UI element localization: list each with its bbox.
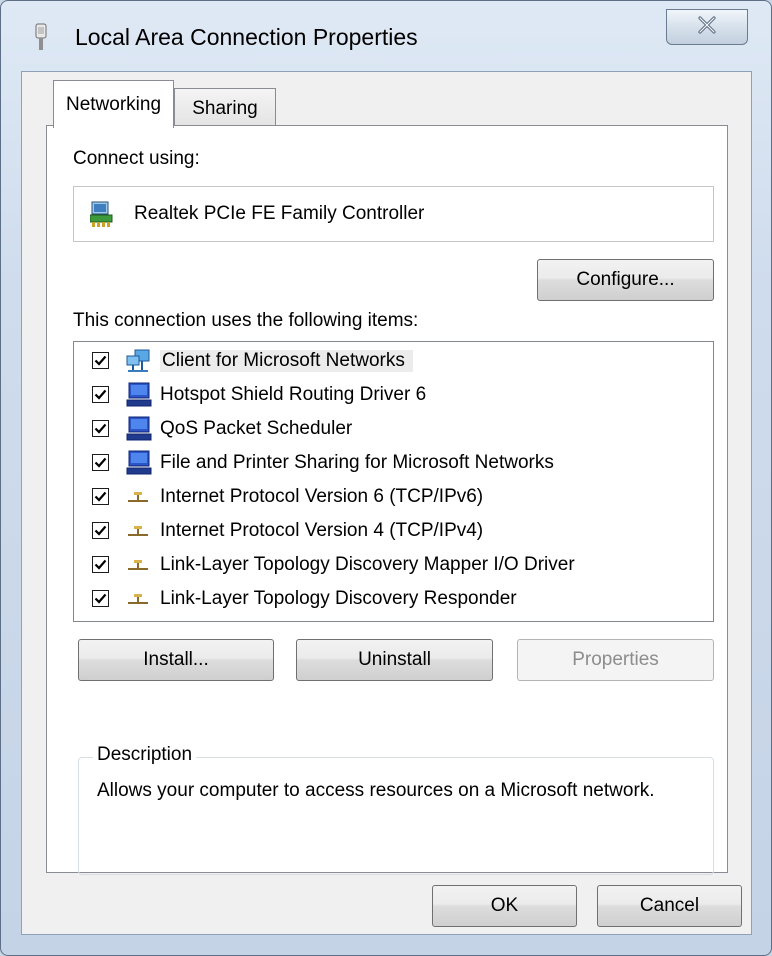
network-connection-icon xyxy=(31,23,51,51)
adapter-name: Realtek PCIe FE Family Controller xyxy=(134,203,425,224)
ok-button[interactable]: OK xyxy=(432,885,577,927)
networking-tab-panel: Connect using: Realtek PCIe FE Family Co… xyxy=(46,125,728,875)
item-label: QoS Packet Scheduler xyxy=(160,418,353,439)
connect-using-label: Connect using: xyxy=(73,148,200,169)
protocol-icon xyxy=(126,552,152,578)
close-button[interactable] xyxy=(666,9,748,45)
item-checkbox[interactable] xyxy=(92,420,109,437)
item-label: Hotspot Shield Routing Driver 6 xyxy=(160,384,427,405)
list-item[interactable]: File and Printer Sharing for Microsoft N… xyxy=(74,446,713,480)
protocol-icon xyxy=(126,586,152,612)
item-label: Internet Protocol Version 6 (TCP/IPv6) xyxy=(160,486,484,507)
item-checkbox[interactable] xyxy=(92,590,109,607)
item-checkbox[interactable] xyxy=(92,488,109,505)
list-item[interactable]: Internet Protocol Version 6 (TCP/IPv6) xyxy=(74,480,713,514)
description-legend: Description xyxy=(93,744,197,766)
item-checkbox[interactable] xyxy=(92,454,109,471)
uninstall-button[interactable]: Uninstall xyxy=(296,639,493,681)
list-item[interactable]: QoS Packet Scheduler xyxy=(74,412,713,446)
items-list[interactable]: Client for Microsoft Networks Hotspot Sh… xyxy=(73,341,714,622)
properties-button[interactable]: Properties xyxy=(517,639,714,681)
cancel-button[interactable]: Cancel xyxy=(597,885,742,927)
description-group: Description Allows your computer to acce… xyxy=(78,744,714,875)
close-icon xyxy=(696,15,718,39)
item-checkbox[interactable] xyxy=(92,556,109,573)
adapter-field: Realtek PCIe FE Family Controller xyxy=(73,186,714,242)
properties-dialog: Local Area Connection Properties Sharing… xyxy=(0,0,772,956)
network-client-icon xyxy=(126,348,152,374)
tab-networking[interactable]: Networking xyxy=(53,80,174,128)
protocol-icon xyxy=(126,518,152,544)
window-title: Local Area Connection Properties xyxy=(75,24,418,50)
protocol-icon xyxy=(126,484,152,510)
configure-button[interactable]: Configure... xyxy=(537,259,714,301)
list-item[interactable]: Client for Microsoft Networks xyxy=(74,344,713,378)
description-text: Allows your computer to access resources… xyxy=(97,780,655,801)
dialog-body: Sharing Networking Connect using: Realte… xyxy=(21,71,752,935)
item-checkbox[interactable] xyxy=(92,522,109,539)
item-label: Link-Layer Topology Discovery Mapper I/O… xyxy=(160,554,575,575)
item-label: File and Printer Sharing for Microsoft N… xyxy=(160,452,554,473)
network-service-icon xyxy=(126,416,152,442)
list-item[interactable]: Link-Layer Topology Discovery Responder xyxy=(74,582,713,616)
network-adapter-icon xyxy=(89,200,116,233)
network-service-icon xyxy=(126,450,152,476)
network-service-icon xyxy=(126,382,152,408)
list-item[interactable]: Hotspot Shield Routing Driver 6 xyxy=(74,378,713,412)
install-button[interactable]: Install... xyxy=(78,639,274,681)
title-bar[interactable]: Local Area Connection Properties xyxy=(1,1,771,71)
list-item[interactable]: Internet Protocol Version 4 (TCP/IPv4) xyxy=(74,514,713,548)
tab-sharing[interactable]: Sharing xyxy=(174,88,276,128)
item-checkbox[interactable] xyxy=(92,352,109,369)
item-label: Client for Microsoft Networks xyxy=(160,350,413,372)
item-label: Link-Layer Topology Discovery Responder xyxy=(160,588,517,609)
list-item[interactable]: Link-Layer Topology Discovery Mapper I/O… xyxy=(74,548,713,582)
items-label: This connection uses the following items… xyxy=(73,310,419,331)
item-checkbox[interactable] xyxy=(92,386,109,403)
item-label: Internet Protocol Version 4 (TCP/IPv4) xyxy=(160,520,484,541)
